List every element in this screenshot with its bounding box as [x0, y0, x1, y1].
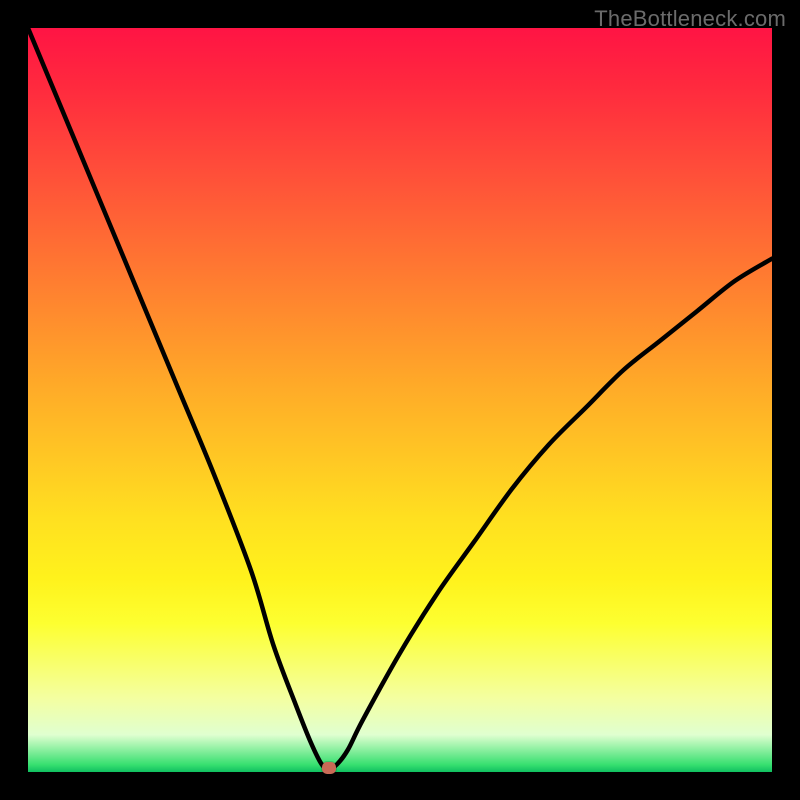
- minimum-marker: [322, 762, 336, 774]
- bottleneck-curve: [28, 28, 772, 772]
- plot-area: [28, 28, 772, 772]
- chart-frame: TheBottleneck.com: [0, 0, 800, 800]
